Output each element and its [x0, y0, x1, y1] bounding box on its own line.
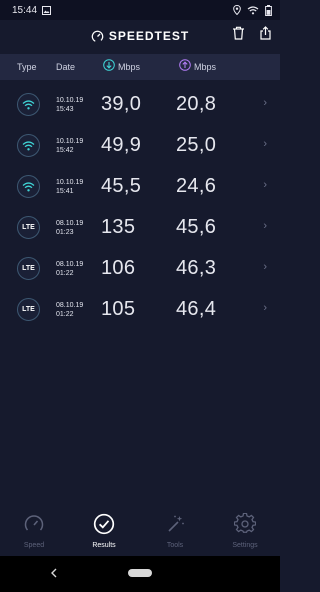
app-header: SPEEDTEST: [0, 20, 280, 52]
upload-arrow-icon: [179, 59, 191, 73]
download-speed: 45,5: [101, 175, 142, 197]
upload-speed: 24,6: [176, 175, 217, 197]
lte-icon: LTE: [17, 298, 40, 321]
result-date: 08.10.19 01:23: [56, 220, 84, 236]
column-type[interactable]: Type: [17, 62, 37, 72]
result-row[interactable]: 10.10.19 15:41 45,5 24,6 ›: [0, 166, 280, 207]
chevron-right-icon: ›: [263, 97, 267, 109]
location-icon: [233, 5, 241, 15]
speedometer-icon: [24, 515, 44, 531]
back-icon[interactable]: [50, 568, 58, 578]
share-icon[interactable]: [259, 26, 272, 40]
lte-icon: LTE: [17, 257, 40, 280]
home-pill[interactable]: [128, 569, 152, 577]
download-speed: 39,0: [101, 93, 142, 115]
chevron-right-icon: ›: [263, 302, 267, 314]
result-date: 10.10.19 15:43: [56, 97, 84, 113]
result-row[interactable]: 10.10.19 15:43 39,0 20,8 ›: [0, 84, 280, 125]
nav-settings[interactable]: Settings: [215, 512, 275, 549]
speedometer-logo-icon: [91, 30, 104, 42]
column-upload[interactable]: Mbps: [194, 62, 216, 72]
upload-speed: 46,3: [176, 257, 217, 279]
battery-icon: [265, 4, 272, 16]
download-speed: 106: [101, 257, 136, 279]
status-bar: 15:44: [0, 0, 280, 20]
upload-speed: 20,8: [176, 93, 217, 115]
column-date[interactable]: Date: [56, 62, 75, 72]
download-arrow-icon: [103, 59, 115, 73]
image-notification-icon: [42, 5, 52, 15]
check-circle-icon: [93, 513, 115, 535]
magic-wand-icon: [168, 515, 184, 532]
download-speed: 49,9: [101, 134, 142, 156]
wifi-icon: [17, 93, 40, 116]
nav-results[interactable]: Results: [74, 513, 134, 549]
nav-results-label: Results: [92, 542, 116, 549]
result-date: 10.10.19 15:42: [56, 138, 84, 154]
bottom-nav: Speed Results Tools Settings: [0, 511, 280, 555]
results-list: 10.10.19 15:43 39,0 20,8 › 10.10.19 15:4…: [0, 84, 280, 330]
download-speed: 105: [101, 298, 136, 320]
wifi-icon: [17, 175, 40, 198]
brand-title: SPEEDTEST: [91, 29, 189, 43]
result-date: 08.10.19 01:22: [56, 261, 84, 277]
wifi-signal-icon: [247, 5, 259, 14]
nav-speed[interactable]: Speed: [4, 513, 64, 549]
wifi-icon: [17, 134, 40, 157]
result-date: 08.10.19 01:22: [56, 302, 84, 318]
column-download[interactable]: Mbps: [118, 62, 140, 72]
gear-icon: [233, 512, 257, 533]
upload-speed: 25,0: [176, 134, 217, 156]
chevron-right-icon: ›: [263, 179, 267, 191]
download-speed: 135: [101, 216, 136, 238]
nav-settings-label: Settings: [232, 542, 258, 549]
upload-speed: 45,6: [176, 216, 217, 238]
result-row[interactable]: LTE 08.10.19 01:23 135 45,6 ›: [0, 207, 280, 248]
app-title: SPEEDTEST: [108, 29, 190, 43]
chevron-right-icon: ›: [263, 220, 267, 232]
status-time: 15:44: [12, 4, 38, 16]
nav-tools[interactable]: Tools: [145, 513, 205, 549]
lte-icon: LTE: [17, 216, 40, 239]
chevron-right-icon: ›: [263, 261, 267, 273]
result-row[interactable]: LTE 08.10.19 01:22 106 46,3 ›: [0, 248, 280, 289]
result-row[interactable]: LTE 08.10.19 01:22 105 46,4 ›: [0, 289, 280, 330]
nav-speed-label: Speed: [23, 542, 45, 549]
chevron-right-icon: ›: [263, 138, 267, 150]
system-nav-bar: [0, 556, 280, 592]
result-date: 10.10.19 15:41: [56, 179, 84, 195]
upload-speed: 46,4: [176, 298, 217, 320]
nav-tools-label: Tools: [166, 542, 184, 549]
result-row[interactable]: 10.10.19 15:42 49,9 25,0 ›: [0, 125, 280, 166]
delete-icon[interactable]: [232, 26, 245, 40]
results-column-header: Type Date Mbps Mbps: [0, 54, 280, 80]
